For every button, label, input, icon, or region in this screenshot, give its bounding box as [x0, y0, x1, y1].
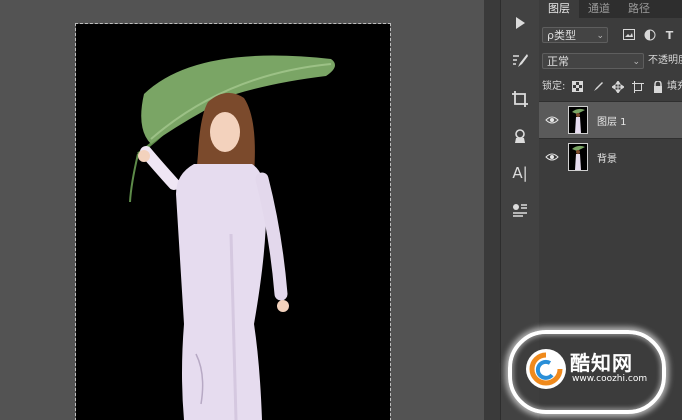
layer-row-layer1[interactable]: 图层 1: [539, 101, 682, 138]
opacity-label: 不透明度: [648, 55, 682, 66]
lock-all-icon[interactable]: [651, 80, 664, 94]
tab-paths[interactable]: 路径: [619, 0, 659, 18]
lock-image-pixels-icon[interactable]: [591, 81, 604, 94]
fill-label: 填充: [667, 81, 682, 92]
layer-thumbnail: [568, 106, 588, 134]
play-icon[interactable]: [507, 10, 533, 36]
watermark-logo-icon: [526, 349, 566, 389]
watermark-url: www.coozhi.com: [572, 374, 648, 384]
chevron-down-icon: ⌄: [632, 57, 640, 67]
lock-position-icon[interactable]: [610, 80, 625, 94]
tab-channels[interactable]: 通道: [579, 0, 619, 18]
adjustment-filter-icon[interactable]: [643, 29, 656, 42]
layer-filter-value: ρ类型: [547, 29, 576, 42]
panel-tabs: 图层 通道 路径: [539, 0, 682, 18]
layer-name: 背景: [597, 154, 617, 165]
canvas-workspace[interactable]: [0, 0, 484, 420]
type-filter-icon[interactable]: T: [663, 29, 676, 42]
watermark-title: 酷知网: [570, 351, 633, 375]
lock-transparent-pixels-icon[interactable]: [571, 81, 584, 94]
visibility-eye-icon[interactable]: [545, 114, 559, 126]
blend-mode-value: 正常: [547, 55, 569, 68]
layer-name: 图层 1: [597, 117, 627, 128]
visibility-eye-icon[interactable]: [545, 151, 559, 163]
crop-icon[interactable]: [507, 86, 533, 112]
layer-filter-select[interactable]: ρ类型 ⌄: [542, 27, 608, 43]
tab-layers[interactable]: 图层: [539, 0, 579, 18]
image-filter-icon[interactable]: [622, 29, 635, 42]
photo-woman-with-leaf: [129, 55, 335, 420]
blend-mode-select[interactable]: 正常 ⌄: [542, 53, 644, 69]
lock-label: 锁定:: [542, 81, 566, 92]
site-watermark: 酷知网 www.coozhi.com: [508, 330, 666, 414]
clone-stamp-icon[interactable]: [507, 124, 533, 150]
document-canvas[interactable]: [75, 23, 391, 420]
paragraph-icon[interactable]: [507, 198, 533, 224]
character-icon[interactable]: A|: [507, 160, 533, 186]
layer-row-background[interactable]: 背景: [539, 138, 682, 175]
chevron-down-icon: ⌄: [596, 31, 604, 41]
lock-artboard-icon[interactable]: [631, 81, 644, 94]
brush-settings-icon[interactable]: [507, 48, 533, 74]
layer-thumbnail: [568, 143, 588, 171]
panel-divider[interactable]: [484, 0, 500, 420]
